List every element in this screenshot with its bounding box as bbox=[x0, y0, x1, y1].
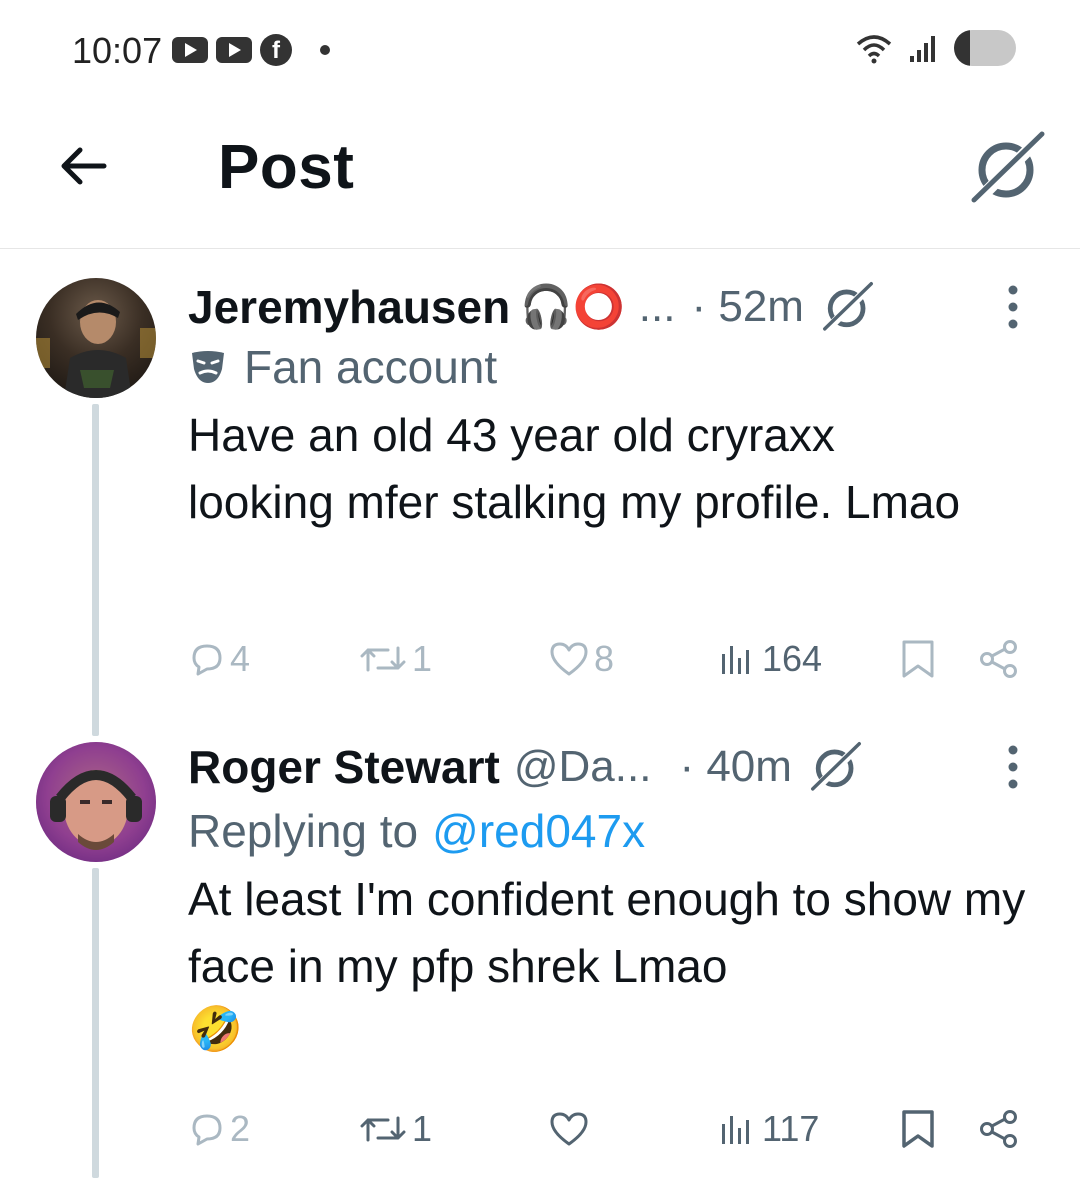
name-truncation: ... bbox=[638, 282, 676, 331]
heart-icon bbox=[550, 1112, 588, 1146]
tweet-text: At least I'm confident enough to show my… bbox=[188, 873, 1026, 992]
status-bar: 10:07 f bbox=[0, 0, 1080, 100]
battery-icon bbox=[954, 30, 1016, 66]
laughing-emoji: 🤣 bbox=[188, 1005, 243, 1054]
tweet-time[interactable]: · 52m bbox=[691, 282, 803, 332]
system-icons bbox=[854, 30, 1016, 66]
reply-button[interactable]: 2 bbox=[188, 1108, 250, 1150]
like-button[interactable] bbox=[548, 1110, 594, 1148]
tweet-text: Have an old 43 year old cryraxx looking … bbox=[188, 409, 961, 528]
views-button[interactable]: 164 bbox=[718, 638, 822, 680]
repost-button[interactable]: 1 bbox=[358, 638, 432, 680]
share-icon[interactable] bbox=[978, 638, 1020, 680]
user-name[interactable]: Jeremyhausen bbox=[188, 280, 510, 334]
more-notifications-icon bbox=[320, 45, 330, 55]
more-options-icon[interactable] bbox=[998, 284, 1028, 330]
reply-count: 2 bbox=[230, 1108, 251, 1149]
reply-icon bbox=[192, 644, 222, 676]
signal-icon bbox=[910, 36, 935, 62]
view-count: 164 bbox=[762, 638, 823, 679]
bookmark-icon[interactable] bbox=[900, 1108, 936, 1150]
post-header: Post bbox=[0, 100, 1080, 249]
grok-icon[interactable] bbox=[970, 130, 1046, 206]
repost-icon bbox=[360, 646, 406, 672]
youtube-icon bbox=[172, 37, 208, 63]
views-button[interactable]: 117 bbox=[718, 1108, 819, 1150]
avatar[interactable] bbox=[36, 278, 156, 398]
grok-icon[interactable] bbox=[810, 741, 862, 793]
user-handle[interactable]: @Da... bbox=[514, 742, 652, 792]
bookmark-icon[interactable] bbox=[900, 638, 936, 680]
thread-line bbox=[92, 404, 99, 736]
reply-icon bbox=[192, 1114, 222, 1146]
tweet-1[interactable]: Jeremyhausen 🎧⭕ ... · 52m Fan account Ha… bbox=[0, 270, 1080, 736]
tweet-time[interactable]: · 40m bbox=[679, 742, 791, 792]
theater-mask-icon bbox=[192, 351, 224, 383]
views-icon bbox=[722, 646, 749, 674]
wifi-icon bbox=[856, 35, 892, 64]
repost-button[interactable]: 1 bbox=[358, 1108, 432, 1150]
page-title: Post bbox=[218, 133, 355, 202]
reply-count: 4 bbox=[230, 638, 251, 679]
repost-count: 1 bbox=[412, 638, 433, 679]
like-count: 8 bbox=[594, 638, 615, 679]
repost-icon bbox=[360, 1116, 406, 1142]
notification-icons: f bbox=[172, 34, 330, 66]
thread-line bbox=[92, 868, 99, 1178]
name-emoji: 🎧⭕ bbox=[520, 282, 625, 330]
account-label: Fan account bbox=[244, 341, 498, 393]
more-options-icon[interactable] bbox=[998, 744, 1028, 790]
replying-to-link[interactable]: @red047x bbox=[432, 804, 645, 858]
youtube-icon bbox=[216, 37, 252, 63]
status-time: 10:07 bbox=[72, 30, 163, 71]
avatar[interactable] bbox=[36, 742, 156, 862]
replying-label: Replying to bbox=[188, 805, 419, 857]
back-arrow-icon[interactable] bbox=[56, 138, 112, 194]
grok-icon[interactable] bbox=[822, 281, 874, 333]
tweet-2[interactable]: Roger Stewart @Da... · 40m Replying to @… bbox=[0, 732, 1080, 1178]
reply-button[interactable]: 4 bbox=[188, 638, 250, 680]
views-icon bbox=[722, 1116, 749, 1144]
heart-icon bbox=[550, 642, 588, 676]
user-name[interactable]: Roger Stewart bbox=[188, 740, 500, 794]
repost-count: 1 bbox=[412, 1108, 433, 1149]
share-icon[interactable] bbox=[978, 1108, 1020, 1150]
like-button[interactable]: 8 bbox=[548, 638, 614, 680]
facebook-icon: f bbox=[260, 34, 292, 66]
view-count: 117 bbox=[762, 1108, 820, 1149]
